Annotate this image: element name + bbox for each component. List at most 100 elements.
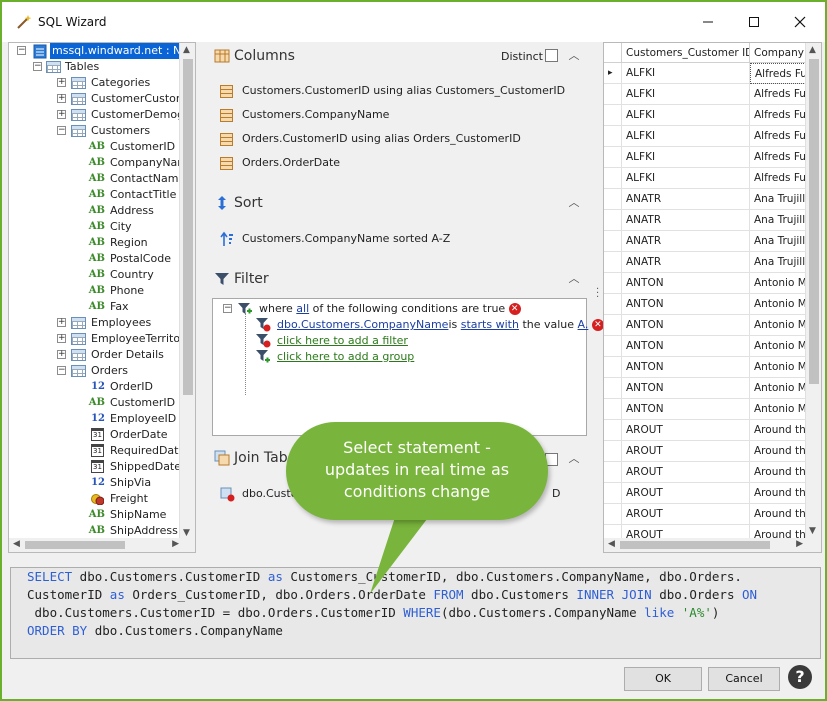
filter-collapse-chevron-up-icon[interactable]: ︿ — [568, 273, 580, 285]
tree-field-node[interactable]: 31 RequiredDate — [9, 443, 185, 459]
table-row[interactable]: ▸ ALFKI Alfreds Fut — [604, 63, 821, 84]
grid-cell[interactable]: Ana Trujillo — [750, 252, 810, 273]
grid-cell[interactable]: Antonio Mo — [750, 336, 810, 357]
tree-field-node[interactable]: AB Country — [9, 267, 181, 283]
grid-vertical-scrollbar[interactable]: ▲ ▼ — [805, 43, 821, 538]
grid-cell[interactable]: ANTON — [622, 378, 750, 399]
expand-icon[interactable]: + — [57, 110, 66, 119]
table-row[interactable]: ANATR Ana Trujillo — [604, 189, 821, 210]
grid-hscroll-thumb[interactable] — [620, 541, 770, 549]
grid-cell[interactable]: Around the — [750, 483, 810, 504]
grid-cell[interactable]: ANATR — [622, 210, 750, 231]
table-row[interactable]: AROUTAround the — [604, 420, 821, 441]
help-icon[interactable]: ? — [788, 665, 812, 689]
expand-icon[interactable]: + — [57, 318, 66, 327]
grid-cell[interactable]: ALFKI — [622, 63, 750, 84]
grid-cell[interactable]: Alfreds Fut — [750, 168, 810, 189]
grid-header-cell[interactable]: Customers_Customer ID — [622, 43, 750, 63]
tree-horizontal-scrollbar[interactable]: ◀ ▶ — [9, 538, 181, 552]
grid-cell[interactable]: Alfreds Fut — [750, 105, 810, 126]
table-row[interactable]: ANTON Antonio Mo — [604, 273, 821, 294]
grid-cell[interactable]: ANTON — [622, 273, 750, 294]
tree-table-node[interactable]: + Employees — [9, 315, 181, 331]
row-selector[interactable] — [604, 462, 622, 483]
grid-horizontal-scrollbar[interactable]: ◀ ▶ — [604, 538, 821, 552]
tree-field-node[interactable]: AB PostalCode — [9, 251, 181, 267]
table-row[interactable]: ALFKI Alfreds Fut — [604, 147, 821, 168]
table-row[interactable]: ANTON Antonio Mo — [604, 357, 821, 378]
table-row[interactable]: AROUTAround the — [604, 504, 821, 525]
row-selector[interactable] — [604, 441, 622, 462]
tree-field-node[interactable]: AB Address — [9, 203, 181, 219]
grid-cell[interactable]: AROUT — [622, 420, 750, 441]
scroll-down-icon[interactable]: ▼ — [183, 528, 190, 538]
row-selector[interactable] — [604, 399, 622, 420]
tree-scroll-thumb[interactable] — [183, 59, 193, 395]
grid-cell[interactable]: Ana Trujillo — [750, 210, 810, 231]
grid-cell[interactable]: ANTON — [622, 357, 750, 378]
grid-cell[interactable]: ANATR — [622, 252, 750, 273]
tree-field-node[interactable]: AB Phone — [9, 283, 181, 299]
grid-cell[interactable]: Alfreds Fut — [750, 147, 810, 168]
row-selector[interactable] — [604, 210, 622, 231]
grid-cell[interactable]: ANTON — [622, 336, 750, 357]
tree-field-node[interactable]: AB ContactTitle — [9, 187, 181, 203]
tree-table-node[interactable]: + Categories — [9, 75, 181, 91]
tree-field-node[interactable]: AB City — [9, 219, 181, 235]
grid-header-cell[interactable]: Company Nam — [750, 43, 810, 63]
table-row[interactable]: ANTON Antonio Mo — [604, 336, 821, 357]
grid-cell[interactable]: AROUT — [622, 462, 750, 483]
tree-table-node[interactable]: − Orders — [9, 363, 181, 379]
table-row[interactable]: ANATR Ana Trujillo — [604, 231, 821, 252]
scroll-down-icon[interactable]: ▼ — [809, 526, 816, 536]
grid-cell[interactable]: Around the — [750, 420, 810, 441]
cancel-button[interactable]: Cancel — [708, 667, 780, 691]
row-selector[interactable] — [604, 168, 622, 189]
row-selector[interactable] — [604, 84, 622, 105]
scroll-up-icon[interactable]: ▲ — [183, 45, 190, 55]
remove-group-icon[interactable]: ✕ — [508, 303, 521, 315]
sort-collapse-chevron-up-icon[interactable]: ︿ — [568, 197, 580, 209]
tree-field-node[interactable]: AB Fax — [9, 299, 181, 315]
sql-statement-panel[interactable]: SELECT dbo.Customers.CustomerID as Custo… — [10, 567, 821, 659]
tree-vertical-scrollbar[interactable]: ▲ ▼ — [179, 43, 195, 552]
table-row[interactable]: ANATR Ana Trujillo — [604, 210, 821, 231]
table-row[interactable]: AROUTAround the — [604, 483, 821, 504]
row-selector[interactable] — [604, 357, 622, 378]
close-button[interactable] — [787, 10, 813, 34]
grid-cell[interactable]: Around the — [750, 441, 810, 462]
tree-field-node[interactable]: AB ContactName — [9, 171, 185, 187]
tree-field-node[interactable]: 12 EmployeeID — [9, 411, 181, 427]
where-all-link[interactable]: all — [296, 302, 309, 315]
row-selector[interactable] — [604, 420, 622, 441]
add-group-link[interactable]: click here to add a group — [277, 350, 414, 364]
grid-cell[interactable]: ANATR — [622, 231, 750, 252]
row-selector[interactable] — [604, 126, 622, 147]
tree-table-node[interactable]: + EmployeeTerritorie — [9, 331, 194, 347]
table-row[interactable]: ANTON Antonio Mo — [604, 315, 821, 336]
grid-cell[interactable]: Antonio Mo — [750, 315, 810, 336]
expand-icon[interactable]: + — [57, 334, 66, 343]
scroll-up-icon[interactable]: ▲ — [809, 45, 816, 55]
grid-cell[interactable]: ALFKI — [622, 147, 750, 168]
tree-field-node[interactable]: 12 ShipVia — [9, 475, 181, 491]
tree-table-node[interactable]: + Order Details — [9, 347, 181, 363]
expand-icon[interactable]: + — [57, 350, 66, 359]
columns-collapse-chevron-up-icon[interactable]: ︿ — [568, 50, 580, 62]
row-selector[interactable] — [604, 315, 622, 336]
row-selector[interactable] — [604, 189, 622, 210]
table-row[interactable]: ANTON Antonio Mo — [604, 294, 821, 315]
grid-cell[interactable]: ALFKI — [622, 126, 750, 147]
grid-cell[interactable]: Around the — [750, 504, 810, 525]
condition-field-link[interactable]: dbo.Customers.CompanyName — [277, 318, 448, 331]
grid-cell[interactable]: Alfreds Fut — [750, 126, 810, 147]
table-row[interactable]: ALFKI Alfreds Fut — [604, 168, 821, 189]
tree-table-node[interactable]: − Customers — [9, 123, 181, 139]
right-splitter-grip[interactable]: · · · — [596, 285, 599, 303]
collapse-icon[interactable]: − — [33, 62, 42, 71]
grid-cell[interactable]: Ana Trujillo — [750, 189, 810, 210]
grid-cell[interactable]: ANTON — [622, 294, 750, 315]
row-selector[interactable] — [604, 147, 622, 168]
grid-cell[interactable]: Antonio Mo — [750, 399, 810, 420]
expand-icon[interactable]: + — [57, 78, 66, 87]
